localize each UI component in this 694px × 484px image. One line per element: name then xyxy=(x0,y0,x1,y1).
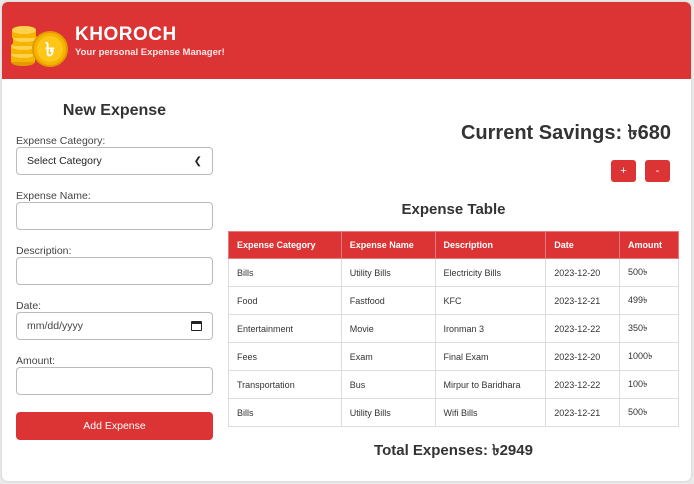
cell-category: Transportation xyxy=(228,370,342,399)
cell-description: Mirpur to Baridhara xyxy=(434,370,547,399)
cell-name: Exam xyxy=(340,342,436,371)
header-amount: Amount xyxy=(619,231,679,259)
table-row: Bills Utility Bills Wifi Bills 2023-12-2… xyxy=(228,398,679,427)
decrease-savings-button[interactable]: - xyxy=(645,160,670,182)
header-description: Description xyxy=(434,231,547,259)
cell-amount: 1000৳ xyxy=(619,342,679,371)
category-label: Expense Category: xyxy=(16,135,106,147)
current-savings: Current Savings: ৳680 xyxy=(460,122,671,144)
form-title: New Expense xyxy=(62,102,167,119)
cell-date: 2023-12-22 xyxy=(545,370,621,399)
cell-category: Fees xyxy=(228,342,342,371)
app-window: ৳ KHOROCH Your personal Expense Manager!… xyxy=(2,2,691,481)
table-row: Bills Utility Bills Electricity Bills 20… xyxy=(228,258,679,287)
table-row: Food Fastfood KFC 2023-12-21 499৳ xyxy=(228,286,679,315)
total-expenses: Total Expenses: ৳2949 xyxy=(374,442,533,459)
cell-description: Ironman 3 xyxy=(434,314,547,343)
cell-name: Movie xyxy=(340,314,436,343)
expense-table: Expense Category Expense Name Descriptio… xyxy=(228,231,679,427)
cell-date: 2023-12-22 xyxy=(545,314,621,343)
coin-stack-icon: ৳ xyxy=(11,26,68,67)
brand-title: KHOROCH xyxy=(75,24,177,45)
header-expense-name: Expense Name xyxy=(340,231,436,259)
cell-date: 2023-12-21 xyxy=(545,286,621,315)
cell-description: KFC xyxy=(434,286,547,315)
cell-amount: 499৳ xyxy=(619,286,679,315)
cell-category: Entertainment xyxy=(228,314,342,343)
cell-category: Food xyxy=(228,286,342,315)
cell-category: Bills xyxy=(228,258,342,287)
date-label: Date: xyxy=(16,300,42,312)
date-input[interactable]: mm/dd/yyyy xyxy=(16,312,213,340)
increase-savings-button[interactable]: + xyxy=(611,160,636,182)
description-input[interactable] xyxy=(16,257,213,285)
cell-category: Bills xyxy=(228,398,342,427)
add-expense-button[interactable]: Add Expense xyxy=(16,412,213,440)
category-select[interactable]: Select Category ❮ xyxy=(16,147,213,175)
cell-date: 2023-12-20 xyxy=(545,342,621,371)
table-row: Transportation Bus Mirpur to Baridhara 2… xyxy=(228,370,679,399)
cell-date: 2023-12-20 xyxy=(545,258,621,287)
table-header-row: Expense Category Expense Name Descriptio… xyxy=(228,231,679,259)
cell-date: 2023-12-21 xyxy=(545,398,621,427)
brand-tagline: Your personal Expense Manager! xyxy=(75,47,225,58)
description-label: Description: xyxy=(16,245,72,257)
category-select-value: Select Category xyxy=(27,155,102,167)
cell-name: Utility Bills xyxy=(340,258,436,287)
expense-table-title: Expense Table xyxy=(401,201,506,218)
chevron-down-icon: ❮ xyxy=(193,155,202,167)
cell-name: Bus xyxy=(340,370,436,399)
table-row: Entertainment Movie Ironman 3 2023-12-22… xyxy=(228,314,679,343)
header-date: Date xyxy=(545,231,621,259)
cell-amount: 500৳ xyxy=(619,398,679,427)
table-row: Fees Exam Final Exam 2023-12-20 1000৳ xyxy=(228,342,679,371)
cell-description: Wifi Bills xyxy=(434,398,547,427)
new-expense-form: New Expense Expense Category: Select Cat… xyxy=(16,102,213,440)
cell-amount: 100৳ xyxy=(619,370,679,399)
cell-name: Utility Bills xyxy=(340,398,436,427)
amount-input[interactable] xyxy=(16,367,213,395)
header-bar: ৳ KHOROCH Your personal Expense Manager! xyxy=(2,2,691,79)
logo-symbol: ৳ xyxy=(45,39,54,61)
cell-description: Electricity Bills xyxy=(434,258,547,287)
name-label: Expense Name: xyxy=(16,190,91,202)
cell-amount: 350৳ xyxy=(619,314,679,343)
cell-description: Final Exam xyxy=(434,342,547,371)
cell-amount: 500৳ xyxy=(619,258,679,287)
header-expense-category: Expense Category xyxy=(228,231,342,259)
date-placeholder: mm/dd/yyyy xyxy=(27,320,84,332)
cell-name: Fastfood xyxy=(340,286,436,315)
calendar-icon[interactable] xyxy=(191,321,202,331)
amount-label: Amount: xyxy=(16,355,56,367)
expense-name-input[interactable] xyxy=(16,202,213,230)
